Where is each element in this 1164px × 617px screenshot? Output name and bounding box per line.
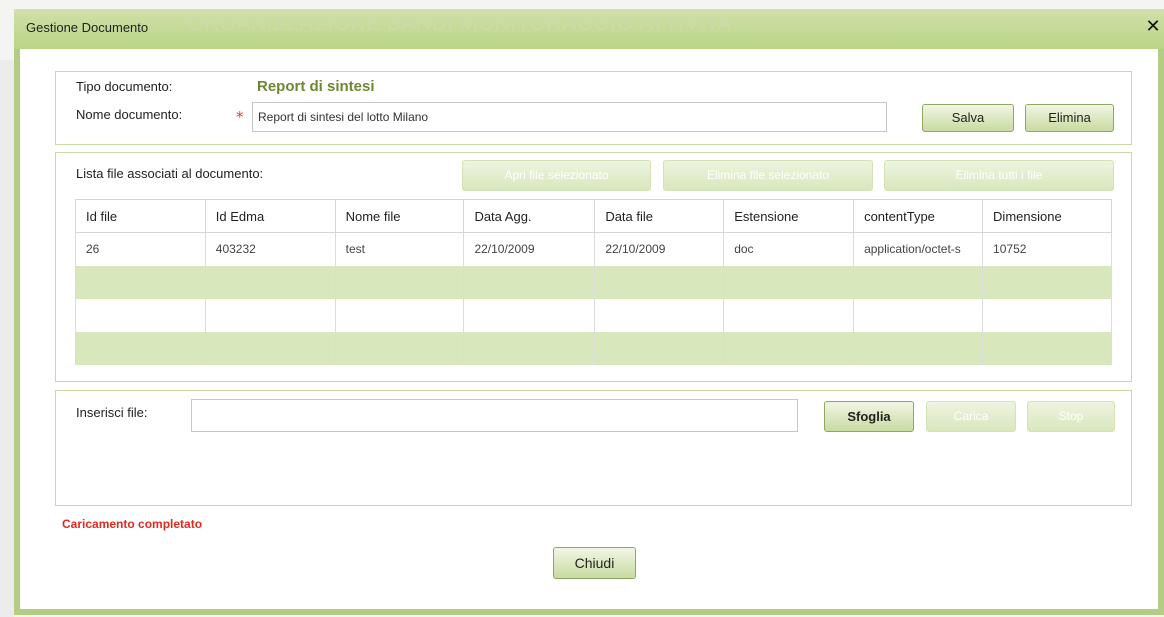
- table-cell: [982, 331, 1112, 365]
- file-list-label: Lista file associati al documento:: [76, 166, 264, 181]
- table-cell: doc: [723, 232, 855, 266]
- table-cell: [204, 331, 336, 365]
- table-header-row: Id file Id Edma Nome file Data Agg. Data…: [75, 199, 1112, 233]
- table-cell: [594, 331, 725, 365]
- table-cell: [334, 331, 465, 365]
- required-mark: *: [236, 108, 244, 126]
- nome-documento-label: Nome documento:: [76, 107, 183, 122]
- table-cell: 10752: [982, 232, 1112, 266]
- table-row[interactable]: [75, 265, 1112, 299]
- table-cell: [594, 298, 725, 332]
- upload-button[interactable]: Carica: [926, 401, 1016, 432]
- close-icon[interactable]: ✕: [1145, 16, 1161, 38]
- column-header[interactable]: contentType: [853, 199, 984, 233]
- column-header[interactable]: Data file: [594, 199, 725, 233]
- stop-button[interactable]: Stop: [1027, 401, 1115, 432]
- table-cell: [334, 298, 465, 332]
- table-cell: 26: [75, 232, 206, 266]
- column-header[interactable]: Estensione: [723, 199, 855, 233]
- table-cell: [982, 265, 1112, 299]
- table-cell: application/octet-s: [853, 232, 984, 266]
- delete-all-files-button[interactable]: Elimina tutti i file: [884, 160, 1114, 191]
- tipo-documento-value: Report di sintesi: [257, 78, 375, 95]
- table-cell: [723, 298, 855, 332]
- column-header[interactable]: Data Agg.: [463, 199, 596, 233]
- table-cell: test: [334, 232, 465, 266]
- column-header[interactable]: Id Edma: [204, 199, 336, 233]
- close-dialog-button[interactable]: Chiudi: [553, 547, 636, 579]
- insert-file-label: Inserisci file:: [76, 405, 148, 420]
- column-header[interactable]: Dimensione: [982, 199, 1112, 233]
- file-path-input[interactable]: [191, 399, 798, 432]
- table-cell: [463, 331, 596, 365]
- table-cell: 22/10/2009: [594, 232, 725, 266]
- dialog-title: Gestione Documento: [26, 20, 149, 35]
- tipo-documento-label: Tipo documento:: [76, 79, 173, 94]
- column-header[interactable]: Nome file: [334, 199, 465, 233]
- table-cell: [594, 265, 725, 299]
- table-cell: 403232: [204, 232, 336, 266]
- table-row[interactable]: [75, 331, 1112, 365]
- open-selected-file-button[interactable]: Apri file selezionato: [462, 160, 651, 191]
- background-page-strip: [0, 60, 14, 617]
- table-cell: [204, 265, 336, 299]
- table-cell: [853, 331, 984, 365]
- table-row[interactable]: [75, 298, 1112, 332]
- table-cell: [75, 265, 206, 299]
- delete-selected-file-button[interactable]: Elimina file selezionato: [663, 160, 873, 191]
- background-heading: ORGANIZZAZIONE BANDI MONITORAGGIO ATTIVI…: [187, 12, 737, 35]
- table-cell: [204, 298, 336, 332]
- browse-button[interactable]: Sfoglia: [824, 401, 914, 432]
- table-cell: [75, 331, 206, 365]
- table-cell: [723, 331, 855, 365]
- table-cell: [723, 265, 855, 299]
- files-table: Id file Id Edma Nome file Data Agg. Data…: [75, 199, 1112, 365]
- table-cell: [982, 298, 1112, 332]
- table-cell: 22/10/2009: [463, 232, 596, 266]
- save-button[interactable]: Salva: [922, 104, 1014, 132]
- table-cell: [463, 265, 596, 299]
- table-cell: [853, 298, 984, 332]
- table-cell: [463, 298, 596, 332]
- table-cell: [75, 298, 206, 332]
- column-header[interactable]: Id file: [75, 199, 206, 233]
- status-message: Caricamento completato: [62, 517, 203, 531]
- table-row[interactable]: 26 403232 test 22/10/2009 22/10/2009 doc…: [75, 232, 1112, 266]
- nome-documento-input[interactable]: Report di sintesi del lotto Milano: [252, 102, 887, 132]
- table-cell: [334, 265, 465, 299]
- delete-document-button[interactable]: Elimina: [1025, 104, 1114, 132]
- table-cell: [853, 265, 984, 299]
